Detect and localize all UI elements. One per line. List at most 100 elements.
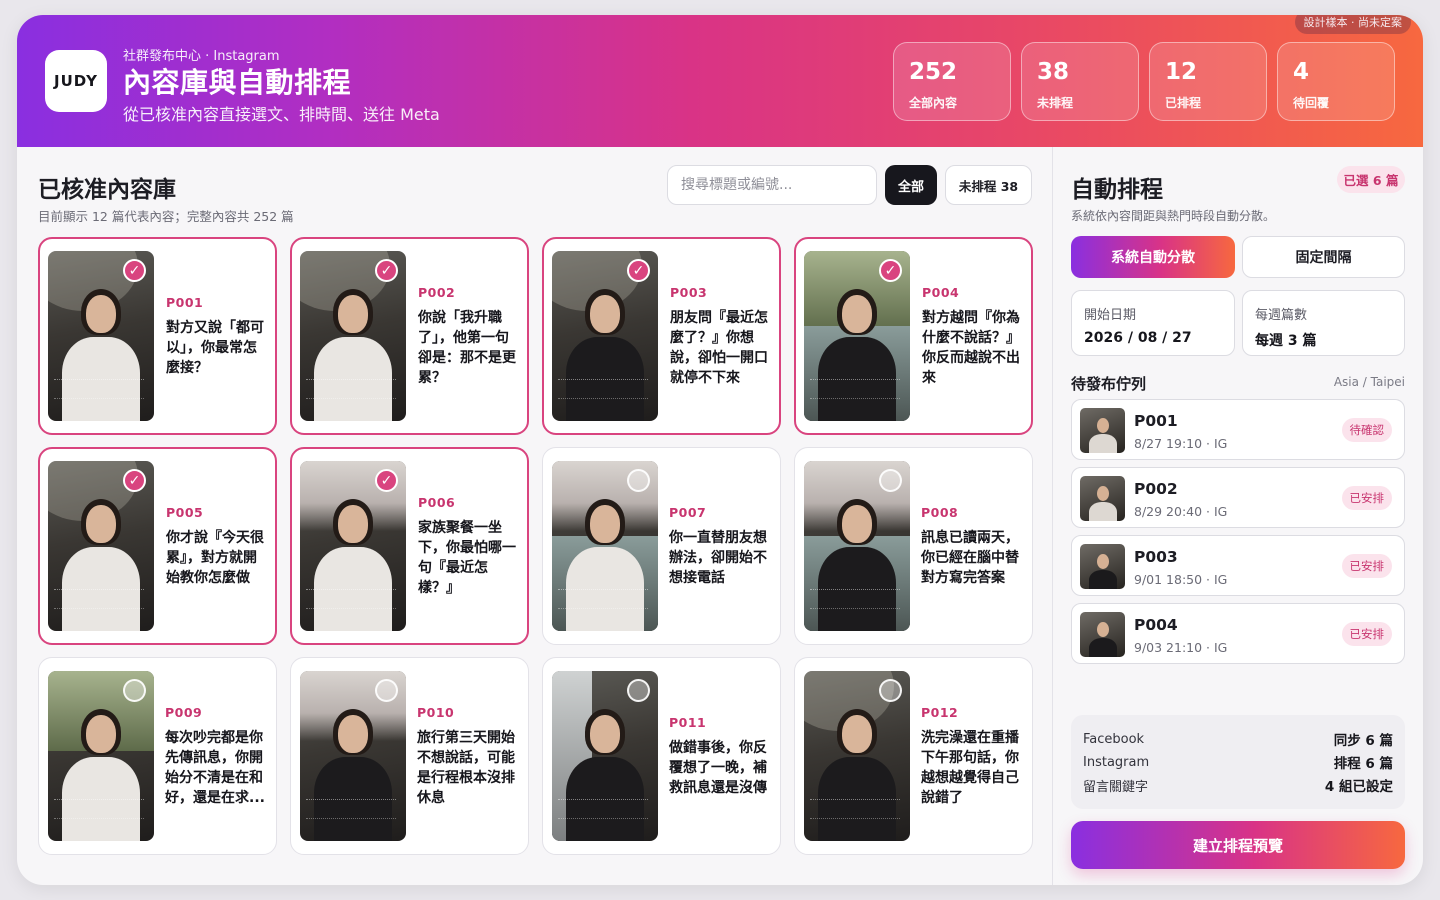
content-card[interactable]: ✓ P004 對方越問『你為什麼不說話？』你反而越說不出來 — [794, 237, 1033, 435]
queue-post-time: 9/03 21:10 · IG — [1134, 640, 1228, 655]
field-value: 2026 / 08 / 27 — [1084, 330, 1192, 346]
post-thumbnail: ✓ — [300, 251, 406, 421]
queue-item[interactable]: P002 8/29 20:40 · IG 已安排 — [1071, 467, 1405, 528]
queue-post-id: P003 — [1134, 548, 1178, 566]
post-title: 你才說『今天很累』，對方就開始教你怎麼做 — [166, 529, 264, 586]
search-input[interactable] — [667, 165, 877, 205]
sync-row-facebook: Facebook 同步 6 篇 — [1083, 729, 1393, 750]
post-title: 你一直替朋友想辦法，卻開始不想接電話 — [669, 529, 767, 586]
field-label: 每週篇數 — [1255, 308, 1308, 323]
create-schedule-preview-button[interactable]: 建立排程預覽 — [1071, 821, 1405, 869]
post-thumbnail — [552, 461, 658, 631]
field-value: 每週 3 篇 — [1255, 333, 1317, 349]
stat-card-pending-reply[interactable]: 4 待回覆 — [1277, 42, 1395, 121]
checkmark-icon[interactable]: ✓ — [123, 469, 146, 492]
sync-summary: Facebook 同步 6 篇 Instagram 排程 6 篇 留言關鍵字 4… — [1071, 715, 1405, 809]
content-card[interactable]: P010 旅行第三天開始不想說話，可能是行程根本沒排休息 — [290, 657, 529, 855]
content-card[interactable]: P012 洗完澡還在重播下午那句話，你越想越覺得自己說錯了 — [794, 657, 1033, 855]
checkmark-icon[interactable]: ✓ — [627, 259, 650, 282]
content-card[interactable]: ✓ P006 家族聚餐一坐下，你最怕哪一句『最近怎樣？』 — [290, 447, 529, 645]
stat-card-scheduled[interactable]: 12 已排程 — [1149, 42, 1267, 121]
post-thumbnail: ✓ — [804, 251, 910, 421]
unchecked-circle-icon[interactable] — [879, 469, 902, 492]
unchecked-circle-icon[interactable] — [627, 469, 650, 492]
header-banner: JUDY 社群發布中心 · Instagram 內容庫與自動排程 從已核准內容直… — [17, 15, 1423, 147]
checkmark-icon[interactable]: ✓ — [123, 259, 146, 282]
content-grid: ✓ P001 對方又說「都可以」，你最常怎麼接？ ✓ P002 你說「我升職了」… — [38, 237, 1033, 855]
stat-value: 252 — [909, 59, 958, 85]
sync-value: 排程 6 篇 — [1333, 756, 1393, 772]
post-thumbnail — [804, 671, 910, 841]
queue-thumbnail — [1080, 408, 1125, 453]
status-badge: 已安排 — [1341, 622, 1392, 646]
content-card[interactable]: ✓ P003 朋友問『最近怎麼了？』你想說，卻怕一開口就停不下來 — [542, 237, 781, 435]
unchecked-circle-icon[interactable] — [627, 679, 650, 702]
checkmark-icon[interactable]: ✓ — [375, 469, 398, 492]
post-title: 做錯事後，你反覆想了一晚，補救訊息還是沒傳 — [669, 739, 767, 796]
selected-count-badge: 已選 6 篇 — [1337, 166, 1405, 193]
field-label: 開始日期 — [1084, 308, 1137, 323]
status-badge: 待確認 — [1341, 418, 1392, 442]
content-card[interactable]: ✓ P002 你說「我升職了」，他第一句卻是：那不是更累？ — [290, 237, 529, 435]
sync-platform: Instagram — [1083, 754, 1150, 770]
sync-row-instagram: Instagram 排程 6 篇 — [1083, 752, 1393, 773]
auto-distribute-button[interactable]: 系統自動分散 — [1071, 236, 1235, 278]
queue-title: 待發布佇列 — [1071, 375, 1147, 393]
queue-post-time: 9/01 18:50 · IG — [1134, 572, 1228, 587]
queue-item[interactable]: P004 9/03 21:10 · IG 已安排 — [1071, 603, 1405, 664]
post-title: 對方又說「都可以」，你最常怎麼接？ — [166, 319, 264, 376]
post-id: P001 — [166, 294, 204, 310]
page-title: 內容庫與自動排程 — [123, 66, 352, 99]
content-card[interactable]: P007 你一直替朋友想辦法，卻開始不想接電話 — [542, 447, 781, 645]
stat-card-unscheduled[interactable]: 38 未排程 — [1021, 42, 1139, 121]
page-subtitle: 從已核准內容直接選文、排時間、送往 Meta — [123, 105, 440, 124]
unchecked-circle-icon[interactable] — [375, 679, 398, 702]
start-date-field[interactable]: 開始日期 2026 / 08 / 27 — [1071, 290, 1235, 356]
checkmark-icon[interactable]: ✓ — [375, 259, 398, 282]
filter-all-button[interactable]: 全部 — [885, 165, 937, 205]
stat-value: 38 — [1037, 59, 1070, 85]
queue-thumbnail — [1080, 476, 1125, 521]
panel-divider — [1052, 147, 1053, 885]
checkmark-icon[interactable]: ✓ — [879, 259, 902, 282]
content-card[interactable]: ✓ P001 對方又說「都可以」，你最常怎麼接？ — [38, 237, 277, 435]
unchecked-circle-icon[interactable] — [123, 679, 146, 702]
stat-label: 已排程 — [1165, 96, 1202, 110]
post-title: 朋友問『最近怎麼了？』你想說，卻怕一開口就停不下來 — [670, 309, 768, 386]
post-thumbnail: ✓ — [552, 251, 658, 421]
design-sample-badge: 設計樣本 · 尚未定案 — [1294, 15, 1411, 34]
post-thumbnail: ✓ — [48, 251, 154, 421]
stat-value: 4 — [1293, 59, 1310, 85]
stat-card-all[interactable]: 252 全部內容 — [893, 42, 1011, 121]
post-title: 對方越問『你為什麼不說話？』你反而越說不出來 — [922, 309, 1020, 386]
post-title: 你說「我升職了」，他第一句卻是：那不是更累？ — [418, 309, 516, 386]
post-thumbnail — [804, 461, 910, 631]
post-id: P012 — [921, 704, 959, 720]
queue-item[interactable]: P001 8/27 19:10 · IG 待確認 — [1071, 399, 1405, 460]
post-id: P011 — [669, 714, 707, 730]
schedule-title: 自動排程 — [1071, 177, 1163, 203]
queue-thumbnail — [1080, 544, 1125, 589]
queue-thumbnail — [1080, 612, 1125, 657]
schedule-note: 系統依內容間距與熱門時段自動分散。 — [1071, 209, 1276, 223]
status-badge: 已安排 — [1341, 486, 1392, 510]
posts-per-week-field[interactable]: 每週篇數 每週 3 篇 — [1242, 290, 1405, 356]
content-card[interactable]: P008 訊息已讀兩天，你已經在腦中替對方寫完答案 — [794, 447, 1033, 645]
queue-post-id: P004 — [1134, 616, 1178, 634]
fixed-interval-button[interactable]: 固定間隔 — [1242, 236, 1405, 278]
queue-item[interactable]: P003 9/01 18:50 · IG 已安排 — [1071, 535, 1405, 596]
content-card[interactable]: ✓ P005 你才說『今天很累』，對方就開始教你怎麼做 — [38, 447, 277, 645]
post-id: P010 — [417, 704, 455, 720]
post-thumbnail: ✓ — [300, 461, 406, 631]
filter-unscheduled-button[interactable]: 未排程 38 — [945, 165, 1032, 205]
post-thumbnail — [48, 671, 154, 841]
content-card[interactable]: P009 每次吵完都是你先傳訊息，你開始分不清是在和好，還是在求... — [38, 657, 277, 855]
unchecked-circle-icon[interactable] — [879, 679, 902, 702]
post-title: 訊息已讀兩天，你已經在腦中替對方寫完答案 — [921, 529, 1019, 586]
post-id: P003 — [670, 284, 708, 300]
stat-value: 12 — [1165, 59, 1198, 85]
post-id: P006 — [418, 494, 456, 510]
queue-post-id: P001 — [1134, 412, 1178, 430]
content-card[interactable]: P011 做錯事後，你反覆想了一晚，補救訊息還是沒傳 — [542, 657, 781, 855]
post-id: P002 — [418, 284, 456, 300]
